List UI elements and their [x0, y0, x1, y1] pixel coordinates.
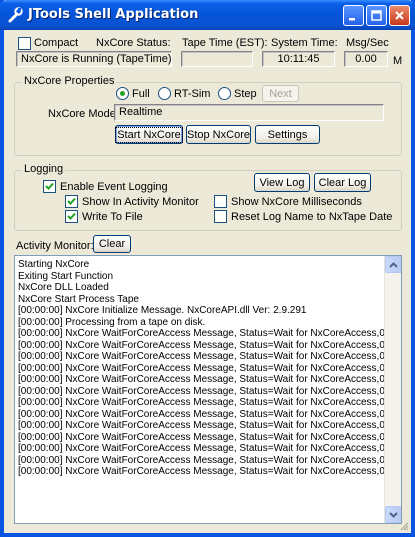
- radio-full[interactable]: [116, 87, 129, 100]
- minimize-button[interactable]: [343, 5, 364, 26]
- clear-activity-label: Clear: [98, 238, 126, 250]
- wrench-app-icon: [8, 7, 23, 23]
- log-line: [00:00:00] NxCore WaitForCoreAccess Mess…: [18, 420, 384, 431]
- view-log-label: View Log: [259, 176, 305, 189]
- log-line: [00:00:00] NxCore WaitForCoreAccess Mess…: [18, 397, 384, 408]
- scroll-up-button[interactable]: [385, 256, 401, 273]
- vertical-scrollbar[interactable]: [384, 256, 401, 523]
- compact-checkbox[interactable]: [18, 37, 31, 50]
- msg-sec-label: Msg/Sec: [346, 37, 389, 49]
- msg-sec-field: 0.00: [344, 51, 388, 67]
- maximize-button[interactable]: [366, 5, 387, 26]
- log-line: [00:00:00] NxCore WaitForCoreAccess Mess…: [18, 443, 384, 454]
- log-line: [00:00:00] Processing from a tape on dis…: [18, 316, 206, 328]
- arrow-down-icon: [389, 511, 398, 518]
- msg-sec-unit: M: [393, 55, 403, 67]
- log-line: [00:00:00] NxCore WaitForCoreAccess Mess…: [18, 339, 384, 351]
- log-line: [00:00:00] NxCore WaitForCoreAccess Mess…: [18, 408, 384, 420]
- enable-logging-checkbox[interactable]: [43, 180, 56, 193]
- nxcore-status-field: NxCore is Running (TapeTime): [16, 51, 172, 67]
- maximize-icon: [371, 10, 382, 21]
- log-line: [00:00:00] NxCore WaitForCoreAccess Mess…: [18, 328, 384, 339]
- nxcore-status-label: NxCore Status:: [96, 37, 171, 49]
- write-file-checkbox[interactable]: [65, 210, 78, 223]
- log-line: [00:00:00] NxCore WaitForCoreAccess Mess…: [18, 351, 384, 362]
- checkmark-icon: [45, 182, 54, 190]
- reset-log-name-checkbox[interactable]: [214, 210, 227, 223]
- start-nxcore-label: Start NxCore: [115, 126, 183, 143]
- clear-activity-button[interactable]: Clear: [93, 235, 131, 253]
- clear-log-label: Clear Log: [318, 176, 367, 189]
- compact-label: Compact: [34, 37, 79, 49]
- minimize-icon: [349, 18, 355, 21]
- show-ms-label: Show NxCore Milliseconds: [231, 196, 362, 208]
- resize-grip-icon[interactable]: [399, 521, 409, 531]
- next-button[interactable]: Next: [262, 85, 299, 102]
- stop-nxcore-label: Stop NxCore: [187, 128, 250, 141]
- show-ms-checkbox[interactable]: [214, 195, 227, 208]
- next-button-label: Next: [269, 87, 292, 100]
- log-lines: Starting NxCore Exiting Start Function NxC…: [18, 259, 384, 478]
- title-bar[interactable]: JTools Shell Application: [0, 0, 415, 30]
- radio-full-dot: [120, 91, 125, 96]
- client-area: Compact NxCore Status: Tape Time (EST): …: [4, 30, 411, 533]
- settings-label: Settings: [267, 128, 308, 141]
- radio-step-label: Step: [234, 88, 257, 100]
- arrow-up-icon: [389, 261, 398, 268]
- radio-step[interactable]: [218, 87, 231, 100]
- system-time-label: System Time:: [271, 37, 338, 49]
- show-activity-checkbox[interactable]: [65, 195, 78, 208]
- start-nxcore-button[interactable]: Start NxCore: [115, 125, 183, 144]
- log-line: [00:00:00] NxCore WaitForCoreAccess Mess…: [18, 431, 384, 443]
- close-icon: [395, 11, 404, 20]
- app-window: JTools Shell Application Compact NxCore …: [0, 0, 415, 537]
- system-time-field: 10:11:45: [262, 51, 335, 67]
- log-line: Starting NxCore: [18, 259, 90, 270]
- radio-rt-sim-label: RT-Sim: [174, 88, 211, 100]
- log-line: [00:00:00] NxCore WaitForCoreAccess Mess…: [18, 454, 384, 466]
- write-file-label: Write To File: [82, 211, 143, 223]
- log-line: [00:00:00] NxCore WaitForCoreAccess Mess…: [18, 466, 384, 477]
- log-line: Exiting Start Function: [18, 270, 114, 282]
- activity-monitor-label: Activity Monitor:: [16, 240, 94, 252]
- log-line: [00:00:00] NxCore Initialize Message. Nx…: [18, 305, 307, 316]
- tape-time-label: Tape Time (EST):: [182, 37, 268, 49]
- checkmark-icon: [67, 197, 76, 205]
- log-line: [00:00:00] NxCore WaitForCoreAccess Mess…: [18, 374, 384, 385]
- reset-log-name-label: Reset Log Name to NxTape Date: [231, 211, 393, 223]
- nxcore-mode-field: Realtime: [114, 104, 384, 121]
- tape-time-field: [181, 51, 253, 67]
- settings-button[interactable]: Settings: [255, 125, 320, 144]
- log-line: NxCore Start Process Tape: [18, 293, 139, 305]
- nxcore-mode-label: NxCore Mode:: [48, 108, 119, 120]
- log-line: NxCore DLL Loaded: [18, 282, 109, 293]
- logging-title: Logging: [22, 163, 66, 175]
- window-title: JTools Shell Application: [28, 7, 199, 22]
- clear-log-button[interactable]: Clear Log: [314, 173, 371, 192]
- close-button[interactable]: [389, 5, 410, 26]
- nxcore-properties-title: NxCore Properties: [22, 75, 117, 87]
- radio-rt-sim[interactable]: [158, 87, 171, 100]
- view-log-button[interactable]: View Log: [254, 173, 310, 192]
- log-line: [00:00:00] NxCore WaitForCoreAccess Mess…: [18, 385, 384, 397]
- log-line: [00:00:00] NxCore WaitForCoreAccess Mess…: [18, 362, 384, 374]
- activity-monitor-log[interactable]: Starting NxCore Exiting Start Function NxC…: [14, 255, 402, 524]
- checkmark-icon: [67, 212, 76, 220]
- radio-full-label: Full: [132, 88, 150, 100]
- stop-nxcore-button[interactable]: Stop NxCore: [186, 125, 251, 144]
- enable-logging-label: Enable Event Logging: [60, 181, 168, 193]
- show-activity-label: Show In Activity Monitor: [82, 196, 199, 208]
